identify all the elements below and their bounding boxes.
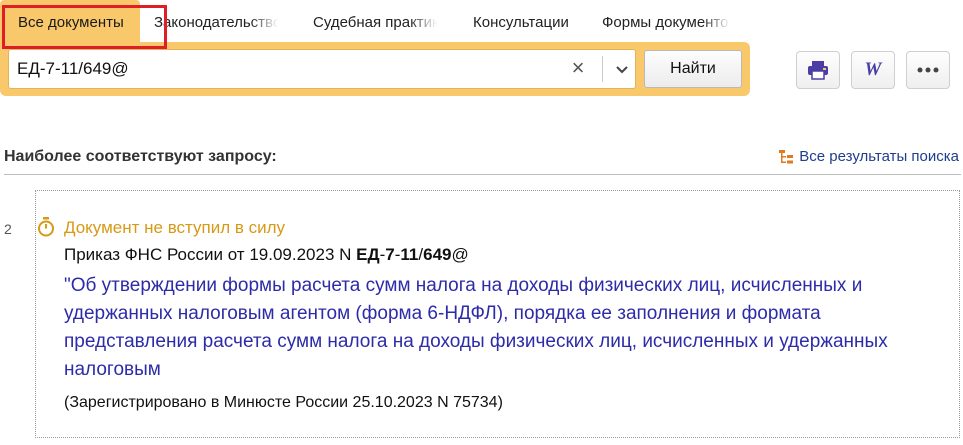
divider xyxy=(4,174,961,175)
all-results-label: Все результаты поиска xyxy=(799,148,959,165)
search-panel: × Найти xyxy=(0,42,750,96)
document-number-part: @ xyxy=(451,245,469,264)
results-header: Наиболее соответствуют запросу: xyxy=(4,148,277,165)
export-word-button[interactable]: W xyxy=(851,51,895,89)
tab-label: Все документы xyxy=(18,14,124,31)
document-title-link[interactable]: "Об утверждении формы расчета сумм налог… xyxy=(64,272,924,384)
document-status[interactable]: Документ не вступил в силу xyxy=(64,218,285,238)
tab-label: Консультации xyxy=(473,14,569,31)
word-icon: W xyxy=(864,59,882,80)
all-results-link[interactable]: Все результаты поиска xyxy=(779,148,959,165)
document-prefix: Приказ ФНС России от 19.09.2023 N xyxy=(64,245,357,264)
find-button[interactable]: Найти xyxy=(644,50,742,88)
chevron-down-icon xyxy=(616,66,628,74)
search-box: × xyxy=(8,49,636,89)
tab-court-practice[interactable]: Судебная практика xyxy=(313,0,437,44)
search-history-dropdown[interactable] xyxy=(609,56,635,82)
query-match: 649 xyxy=(423,245,452,264)
tab-all-documents[interactable]: Все документы xyxy=(0,0,140,44)
print-button[interactable] xyxy=(796,51,840,89)
registration-info: (Зарегистрировано в Минюсте России 25.10… xyxy=(64,394,503,411)
tab-bar: Все документы Законодательство Судебная … xyxy=(0,0,760,44)
search-input[interactable] xyxy=(9,50,549,88)
tab-document-forms[interactable]: Формы документов xyxy=(602,0,730,44)
clear-search-button[interactable]: × xyxy=(565,56,591,82)
divider xyxy=(602,56,603,82)
printer-icon xyxy=(808,61,828,80)
result-number: 2 xyxy=(4,221,12,237)
query-match: 7 xyxy=(385,245,395,264)
close-icon: × xyxy=(571,55,585,80)
tab-consultations[interactable]: Консультации xyxy=(473,0,583,44)
document-reference: Приказ ФНС России от 19.09.2023 N ЕД-7-1… xyxy=(64,245,469,265)
more-dots-icon xyxy=(917,67,939,73)
query-match: ЕД xyxy=(356,245,380,264)
more-button[interactable] xyxy=(906,51,950,89)
stopwatch-icon xyxy=(38,217,54,237)
query-match: 11 xyxy=(400,245,419,264)
tab-legislation[interactable]: Законодательство xyxy=(154,0,278,44)
tree-list-icon xyxy=(779,149,794,163)
